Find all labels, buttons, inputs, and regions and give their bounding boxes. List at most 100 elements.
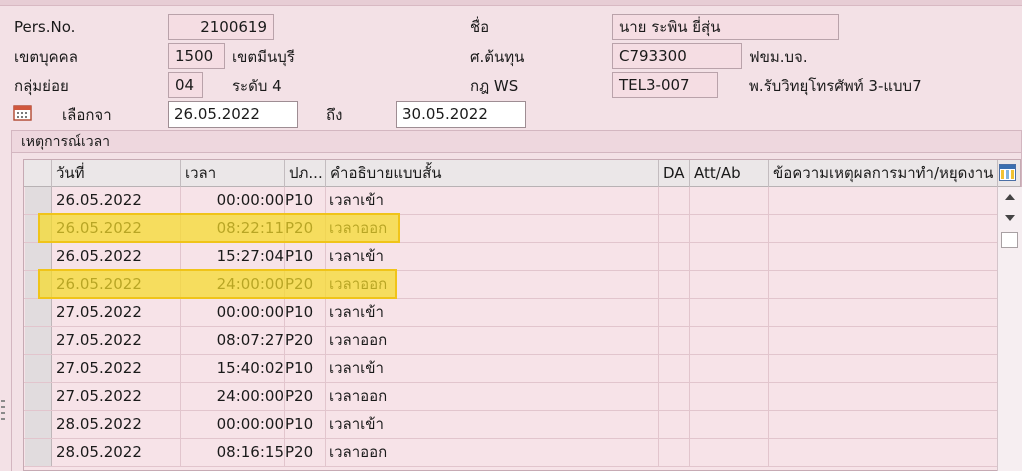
- cell-da: [659, 215, 690, 242]
- column-header-description[interactable]: คำอธิบายแบบสั้น: [326, 160, 659, 187]
- cell-att-ab: [690, 327, 769, 354]
- cell-reason-text: [769, 383, 998, 410]
- top-border: [0, 0, 1022, 6]
- cell-description: เวลาเข้า: [326, 243, 659, 270]
- calendar-icon[interactable]: [13, 104, 33, 122]
- cell-att-ab: [690, 299, 769, 326]
- column-header-da[interactable]: DA: [659, 160, 690, 187]
- cell-description: เวลาเข้า: [326, 187, 659, 214]
- time-events-table: วันที่ เวลา ปภ... คำอธิบายแบบสั้น DA Att…: [23, 159, 1021, 471]
- cell-date: 27.05.2022: [52, 383, 181, 410]
- cell-da: [659, 439, 690, 466]
- cell-reason-text: [769, 411, 998, 438]
- cell-type: P20: [285, 439, 326, 466]
- cell-time: 24:00:00: [181, 383, 285, 410]
- row-select-button[interactable]: [25, 327, 52, 354]
- cell-date: 28.05.2022: [52, 411, 181, 438]
- cell-time: 00:00:00: [181, 187, 285, 214]
- table-row[interactable]: 27.05.2022 08:07:27 P20 เวลาออก: [24, 327, 998, 355]
- row-select-button[interactable]: [25, 383, 52, 410]
- column-header-type[interactable]: ปภ...: [285, 160, 326, 187]
- cell-att-ab: [690, 355, 769, 382]
- vertical-scrollbar[interactable]: [997, 187, 1022, 471]
- time-events-group-title: เหตุการณ์เวลา: [12, 131, 1021, 153]
- column-header-att-ab[interactable]: Att/Ab: [690, 160, 769, 187]
- cell-reason-text: [769, 355, 998, 382]
- cell-type: P10: [285, 411, 326, 438]
- table-header: วันที่ เวลา ปภ... คำอธิบายแบบสั้น DA Att…: [24, 160, 1020, 187]
- cell-da: [659, 355, 690, 382]
- row-select-button[interactable]: [25, 439, 52, 466]
- splitter-grip[interactable]: [0, 400, 6, 430]
- cell-reason-text: [769, 243, 998, 270]
- table-row[interactable]: 26.05.2022 15:27:04 P10 เวลาเข้า: [24, 243, 998, 271]
- cell-reason-text: [769, 187, 998, 214]
- cell-time: 00:00:00: [181, 411, 285, 438]
- cell-type: P20: [285, 327, 326, 354]
- table-row[interactable]: 28.05.2022 00:00:00 P10 เวลาเข้า: [24, 411, 998, 439]
- cell-att-ab: [690, 411, 769, 438]
- row-select-button[interactable]: [25, 299, 52, 326]
- row-select-button[interactable]: [25, 355, 52, 382]
- cell-date: 27.05.2022: [52, 299, 181, 326]
- date-to-label: ถึง: [326, 106, 343, 124]
- cell-da: [659, 383, 690, 410]
- column-header-time[interactable]: เวลา: [181, 160, 285, 187]
- subgroup-label: กลุ่มย่อย: [14, 77, 69, 95]
- cell-date: 27.05.2022: [52, 327, 181, 354]
- scroll-up-icon[interactable]: [1005, 194, 1015, 200]
- scroll-down-icon[interactable]: [1005, 215, 1015, 221]
- scroll-thumb[interactable]: [1001, 232, 1018, 248]
- name-label: ชื่อ: [470, 18, 490, 36]
- cell-type: P10: [285, 243, 326, 270]
- cell-description: เวลาเข้า: [326, 355, 659, 382]
- column-header-date[interactable]: วันที่: [52, 160, 181, 187]
- select-from-label: เลือกจา: [62, 106, 112, 124]
- row-highlight-marker: [38, 269, 397, 299]
- cell-type: P10: [285, 299, 326, 326]
- cell-da: [659, 327, 690, 354]
- cell-type: P10: [285, 355, 326, 382]
- column-header-reason-text[interactable]: ข้อความเหตุผลการมาทำ/หยุดงาน: [769, 160, 998, 187]
- personnel-area-label: เขตบุคคล: [14, 48, 78, 66]
- cell-description: เวลาเข้า: [326, 299, 659, 326]
- cell-description: เวลาออก: [326, 327, 659, 354]
- cell-time: 15:27:04: [181, 243, 285, 270]
- cost-center-label: ศ.ต้นทุน: [470, 48, 525, 66]
- cell-reason-text: [769, 215, 998, 242]
- cell-description: เวลาออก: [326, 439, 659, 466]
- table-row[interactable]: 27.05.2022 00:00:00 P10 เวลาเข้า: [24, 299, 998, 327]
- cell-att-ab: [690, 383, 769, 410]
- pers-no-field[interactable]: 2100619: [168, 14, 274, 40]
- cell-time: 08:07:27: [181, 327, 285, 354]
- ws-rule-code-field[interactable]: TEL3-007: [612, 72, 718, 98]
- cell-reason-text: [769, 439, 998, 466]
- cell-da: [659, 411, 690, 438]
- cell-att-ab: [690, 243, 769, 270]
- cell-date: 27.05.2022: [52, 355, 181, 382]
- date-to-input[interactable]: 30.05.2022: [396, 101, 526, 128]
- table-row[interactable]: 28.05.2022 08:16:15 P20 เวลาออก: [24, 439, 998, 467]
- pers-no-label: Pers.No.: [14, 18, 76, 36]
- column-settings-icon[interactable]: [999, 164, 1016, 181]
- cost-center-code-field[interactable]: C793300: [612, 43, 742, 69]
- name-field[interactable]: นาย ระพิน ยี่สุ่น: [612, 14, 839, 40]
- select-all-header[interactable]: [24, 160, 52, 187]
- cell-date: 26.05.2022: [52, 243, 181, 270]
- row-select-button[interactable]: [25, 187, 52, 214]
- date-from-input[interactable]: 26.05.2022: [168, 101, 298, 128]
- row-select-button[interactable]: [25, 411, 52, 438]
- table-row[interactable]: 27.05.2022 15:40:02 P10 เวลาเข้า: [24, 355, 998, 383]
- row-select-button[interactable]: [25, 243, 52, 270]
- cell-da: [659, 187, 690, 214]
- table-row[interactable]: 26.05.2022 00:00:00 P10 เวลาเข้า: [24, 187, 998, 215]
- cell-time: 00:00:00: [181, 299, 285, 326]
- cell-time: 08:16:15: [181, 439, 285, 466]
- cost-center-name: ฟขม.บจ.: [749, 48, 808, 66]
- cell-da: [659, 243, 690, 270]
- subgroup-code-field[interactable]: 04: [168, 72, 203, 98]
- personnel-area-code-field[interactable]: 1500: [168, 43, 225, 69]
- cell-da: [659, 271, 690, 298]
- cell-reason-text: [769, 299, 998, 326]
- table-row[interactable]: 27.05.2022 24:00:00 P20 เวลาออก: [24, 383, 998, 411]
